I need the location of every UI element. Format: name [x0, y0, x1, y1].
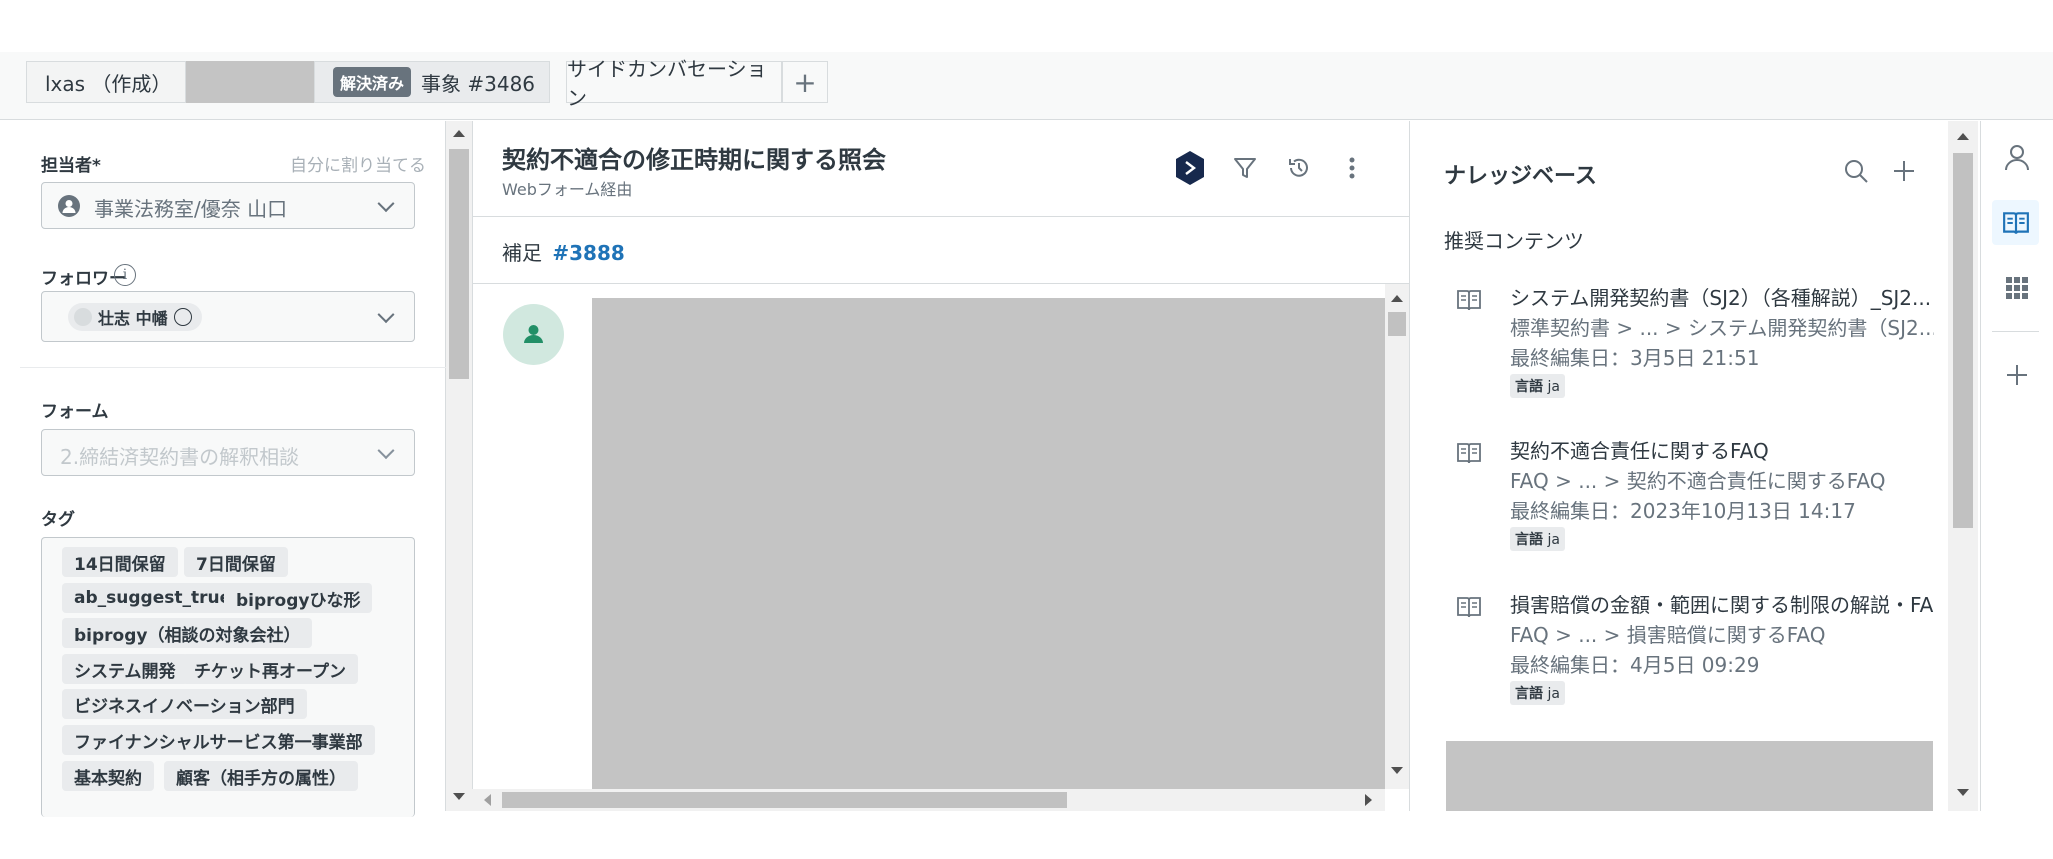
- scroll-down-icon[interactable]: [453, 793, 465, 800]
- tab-ticket-3486[interactable]: 解決済み 事象 #3486: [314, 61, 550, 103]
- language-badge: 言語 ja: [1510, 681, 1565, 705]
- kb-article-item[interactable]: 損害賠償の金額・範囲に関する制限の解説・FAQ FAQ > ... > 損害賠償…: [1444, 589, 1934, 709]
- scroll-up-icon[interactable]: [1957, 133, 1969, 140]
- tag[interactable]: 7日間保留: [184, 547, 288, 577]
- assign-to-me-link[interactable]: 自分に割り当てる: [290, 151, 426, 176]
- search-icon[interactable]: [1843, 158, 1869, 184]
- recommended-heading: 推奨コンテンツ: [1444, 229, 1584, 253]
- status-badge: 解決済み: [333, 67, 412, 97]
- kb-article-path: 標準契約書 > ... > システム開発契約書（SJ2...: [1510, 316, 1934, 340]
- left-panel-scrollbar[interactable]: [446, 121, 472, 811]
- conversation-scrollbar[interactable]: [1385, 284, 1409, 789]
- chevron-down-icon: [377, 194, 395, 212]
- assignee-field[interactable]: 事業法務室/優奈 山口: [41, 182, 415, 229]
- tab-lxas-create[interactable]: lxas （作成）: [26, 61, 186, 103]
- app-logo-icon[interactable]: [1174, 149, 1206, 187]
- tag[interactable]: biprogy（相談の対象会社）: [62, 618, 313, 648]
- tab-redacted[interactable]: [186, 61, 314, 103]
- ticket-subject: 契約不適合の修正時期に関する照会: [502, 146, 886, 174]
- tags-label: タグ: [41, 510, 75, 530]
- add-tab-button[interactable]: +: [782, 61, 828, 103]
- user-avatar-icon: [74, 308, 92, 326]
- message-body-redacted: [592, 298, 1385, 789]
- more-options-icon[interactable]: [1347, 155, 1357, 181]
- tag[interactable]: 顧客（相手方の属性）: [164, 761, 358, 791]
- followers-field[interactable]: 壮志 中幡: [41, 291, 415, 342]
- scroll-thumb[interactable]: [502, 792, 1067, 808]
- tab-label: lxas （作成）: [45, 71, 172, 96]
- scroll-thumb[interactable]: [1953, 153, 1973, 528]
- follower-chip[interactable]: 壮志 中幡: [68, 303, 202, 331]
- conversation-h-scrollbar[interactable]: [472, 789, 1385, 811]
- kb-article-title: システム開発契約書（SJ2）（各種解説）_SJ2...: [1510, 286, 1932, 310]
- add-article-icon[interactable]: [1891, 158, 1917, 184]
- book-icon: [2002, 210, 2030, 240]
- scroll-thumb[interactable]: [449, 149, 469, 379]
- tag[interactable]: biprogyひな形: [224, 583, 373, 613]
- requester-avatar[interactable]: [503, 304, 564, 365]
- supplement-label: 補足: [502, 241, 542, 265]
- kb-article-title: 損害賠償の金額・範囲に関する制限の解説・FAQ: [1510, 593, 1934, 617]
- kb-card-redacted: [1446, 741, 1933, 811]
- divider: [472, 216, 1410, 217]
- info-icon[interactable]: i: [114, 264, 136, 286]
- scroll-down-icon[interactable]: [1391, 767, 1403, 774]
- chevron-down-icon: [377, 441, 395, 459]
- assignee-label: 担当者*: [41, 156, 101, 176]
- plus-icon: +: [793, 65, 817, 99]
- kb-article-date: 最終編集日：3月5日 21:51: [1510, 346, 1760, 370]
- filter-icon[interactable]: [1232, 155, 1258, 181]
- knowledge-title: ナレッジベース: [1444, 164, 1597, 189]
- form-value: 2.締結済契約書の解釈相談: [60, 445, 300, 469]
- scroll-left-icon[interactable]: [484, 794, 491, 806]
- tab-side-conversation[interactable]: サイドカンバセーション: [566, 57, 782, 110]
- book-icon: [1456, 288, 1482, 316]
- divider: [1992, 331, 2039, 332]
- customer-context-icon[interactable]: [2004, 143, 2030, 171]
- kb-article-item[interactable]: 契約不適合責任に関するFAQ FAQ > ... > 契約不適合責任に関するFA…: [1444, 435, 1934, 555]
- tag[interactable]: 14日間保留: [62, 547, 178, 577]
- form-label: フォーム: [41, 402, 109, 422]
- kb-article-path: FAQ > ... > 損害賠償に関するFAQ: [1510, 623, 1826, 647]
- ticket-channel: Webフォーム経由: [502, 180, 633, 199]
- scroll-up-icon[interactable]: [1391, 295, 1403, 302]
- user-avatar-icon: [58, 195, 80, 217]
- kb-article-date: 最終編集日：2023年10月13日 14:17: [1510, 499, 1856, 523]
- tag[interactable]: 基本契約: [62, 761, 154, 791]
- linked-ticket-link[interactable]: #3888: [552, 241, 624, 265]
- tab-label: サイドカンバセーション: [567, 57, 767, 110]
- user-circle-icon: [173, 308, 192, 326]
- tag[interactable]: ビジネスイノベーション部門: [62, 689, 307, 719]
- book-icon: [1456, 595, 1482, 623]
- tag[interactable]: チケット再オープン: [182, 654, 358, 684]
- language-badge: 言語 ja: [1510, 374, 1565, 398]
- tag[interactable]: ファイナンシャルサービス第一事業部: [62, 725, 375, 755]
- divider: [472, 283, 1410, 284]
- tag[interactable]: ab_suggest_true: [62, 583, 244, 613]
- follower-name: 壮志 中幡: [98, 309, 168, 328]
- add-app-icon[interactable]: [2004, 362, 2030, 388]
- tags-field[interactable]: 14日間保留 7日間保留 ab_suggest_true biprogyひな形 …: [41, 537, 415, 817]
- book-icon: [1456, 441, 1482, 469]
- kb-article-title: 契約不適合責任に関するFAQ: [1510, 439, 1769, 463]
- scroll-thumb[interactable]: [1388, 312, 1406, 336]
- scroll-down-icon[interactable]: [1957, 789, 1969, 796]
- knowledge-tab-button[interactable]: [1992, 200, 2039, 245]
- apps-grid-icon[interactable]: [2005, 276, 2029, 300]
- assignee-value: 事業法務室/優奈 山口: [94, 197, 288, 221]
- kb-article-path: FAQ > ... > 契約不適合責任に関するFAQ: [1510, 469, 1886, 493]
- kb-article-date: 最終編集日：4月5日 09:29: [1510, 653, 1760, 677]
- kb-article-item[interactable]: システム開発契約書（SJ2）（各種解説）_SJ2... 標準契約書 > ... …: [1444, 282, 1934, 402]
- history-icon[interactable]: [1286, 155, 1312, 181]
- tab-label: 事象 #3486: [421, 71, 536, 96]
- form-select[interactable]: 2.締結済契約書の解釈相談: [41, 429, 415, 476]
- language-badge: 言語 ja: [1510, 527, 1565, 551]
- divider: [20, 367, 446, 368]
- knowledge-scrollbar[interactable]: [1948, 121, 1978, 811]
- chevron-down-icon: [377, 305, 395, 323]
- supplement-row: 補足 #3888: [502, 237, 625, 266]
- scroll-right-icon[interactable]: [1365, 794, 1372, 806]
- tag[interactable]: システム開発: [62, 654, 188, 684]
- scroll-up-icon[interactable]: [453, 130, 465, 137]
